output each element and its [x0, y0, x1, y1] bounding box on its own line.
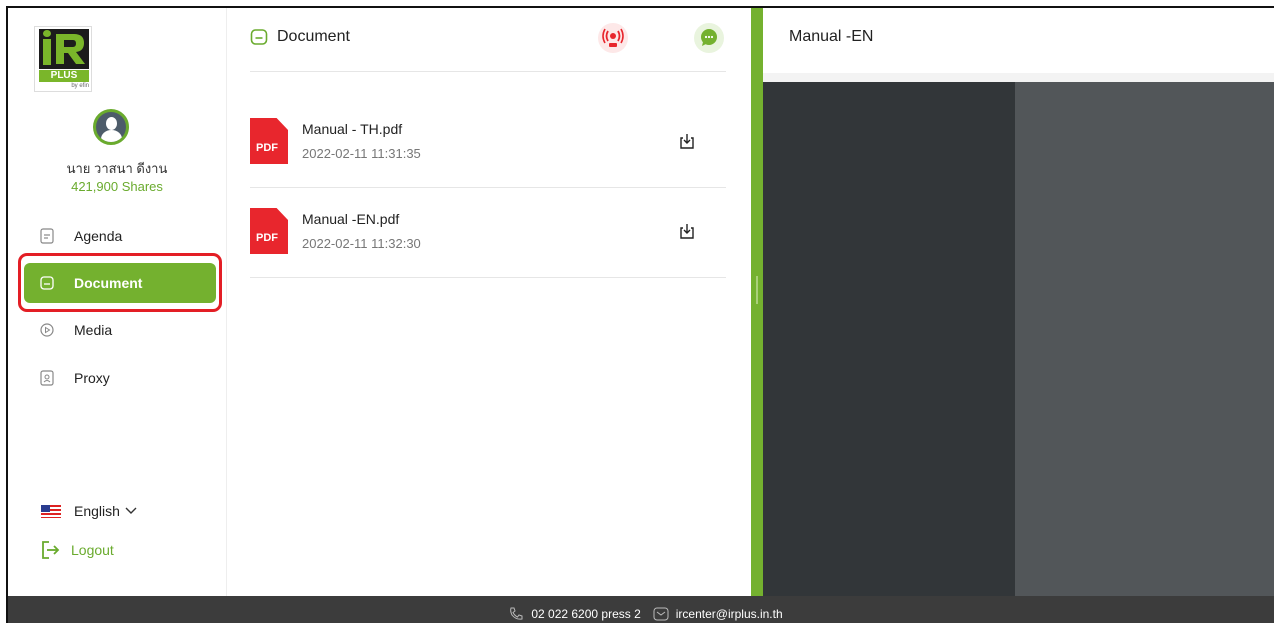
phone-icon: [510, 607, 523, 620]
chat-icon: [701, 29, 717, 46]
app-frame: PLUS by efin นาย วาสนา ดีงาน 421,900 Sha…: [6, 6, 1274, 623]
avatar: [93, 109, 129, 145]
irplus-logo[interactable]: PLUS by efin: [34, 26, 92, 92]
sidebar: PLUS by efin นาย วาสนา ดีงาน 421,900 Sha…: [8, 8, 226, 596]
viewer-sidebar: [763, 82, 1015, 596]
user-shares: 421,900 Shares: [71, 179, 163, 194]
document-title: Document: [277, 28, 350, 45]
logo-r-glyph: [56, 34, 85, 64]
live-button[interactable]: [598, 23, 628, 53]
user-name: นาย วาสนา ดีงาน: [66, 161, 168, 176]
us-flag-icon: [41, 504, 61, 518]
footer-phone[interactable]: 02 022 6200 press 2: [531, 607, 640, 621]
document-header: Document: [250, 22, 350, 52]
email-icon: [653, 607, 669, 620]
document-panel: Document PDF Manual - TH.pdf 2022-02-11 …: [226, 8, 751, 596]
sidebar-item-agenda[interactable]: Agenda: [24, 216, 216, 256]
download-icon[interactable]: [678, 222, 696, 240]
chevron-down-icon: [125, 507, 137, 514]
document-viewer: Manual -EN: [763, 8, 1274, 596]
pdf-file-icon: PDF: [250, 118, 288, 164]
live-broadcast-icon: [602, 28, 624, 47]
sidebar-item-proxy[interactable]: Proxy: [24, 358, 216, 398]
viewer-title: Manual -EN: [789, 28, 874, 45]
download-icon[interactable]: [678, 132, 696, 150]
viewer-page-area[interactable]: [1015, 82, 1274, 596]
language-selector[interactable]: English: [41, 503, 137, 519]
document-row[interactable]: PDF Manual - TH.pdf 2022-02-11 11:31:35: [250, 98, 726, 188]
footer-email[interactable]: ircenter@irplus.in.th: [676, 607, 783, 621]
document-date: 2022-02-11 11:32:30: [302, 236, 421, 251]
document-date: 2022-02-11 11:31:35: [302, 146, 421, 161]
play-circle-icon: [40, 323, 54, 337]
sidebar-item-media[interactable]: Media: [24, 310, 216, 350]
proxy-icon: [40, 370, 54, 386]
logout-button[interactable]: Logout: [41, 541, 114, 559]
panel-resize-handle[interactable]: [751, 8, 763, 596]
highlight-box: [18, 253, 222, 312]
pdf-file-icon: PDF: [250, 208, 288, 254]
chat-button[interactable]: [694, 23, 724, 53]
footer: 02 022 6200 press 2 ircenter@irplus.in.t…: [8, 596, 1274, 623]
agenda-icon: [40, 228, 54, 244]
document-name: Manual -EN.pdf: [302, 211, 400, 227]
document-name: Manual - TH.pdf: [302, 121, 403, 137]
folder-icon: [250, 29, 268, 45]
resize-grip: [756, 276, 758, 304]
document-row[interactable]: PDF Manual -EN.pdf 2022-02-11 11:32:30: [250, 188, 726, 278]
logout-icon: [42, 541, 60, 559]
